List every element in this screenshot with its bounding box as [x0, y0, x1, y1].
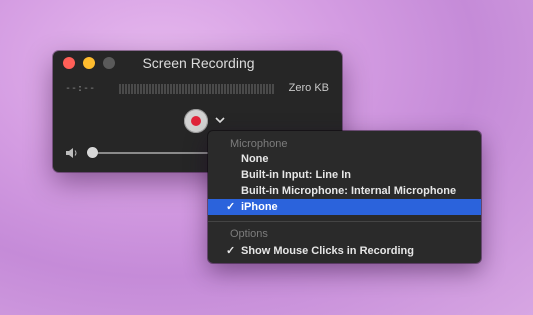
- options-section-header: Options: [230, 228, 268, 240]
- window-title: Screen Recording: [142, 55, 255, 71]
- microphone-section-header: Microphone: [230, 138, 288, 150]
- menu-separator: [208, 221, 481, 222]
- menu-item-internal-microphone[interactable]: Built-in Microphone: Internal Microphone: [208, 183, 481, 199]
- menu-item-none[interactable]: None: [208, 151, 481, 167]
- menu-item-label: None: [241, 153, 269, 165]
- audio-level-meter: [119, 84, 275, 94]
- record-dot-icon: [191, 116, 201, 126]
- file-size: Zero KB: [288, 82, 329, 94]
- menu-item-show-mouse-clicks[interactable]: ✓ Show Mouse Clicks in Recording: [208, 243, 481, 259]
- elapsed-time: --:--: [65, 83, 96, 94]
- menu-item-label: Built-in Microphone: Internal Microphone: [241, 185, 457, 197]
- menu-item-label: Show Mouse Clicks in Recording: [241, 245, 414, 257]
- chevron-down-icon[interactable]: [214, 114, 226, 126]
- record-button[interactable]: [184, 109, 208, 133]
- title-bar[interactable]: Screen Recording: [53, 51, 342, 75]
- menu-item-iphone[interactable]: ✓ iPhone: [208, 199, 481, 215]
- volume-slider-knob[interactable]: [87, 147, 98, 158]
- recording-options-menu: Microphone None Built-in Input: Line In …: [208, 131, 481, 263]
- menu-item-line-in[interactable]: Built-in Input: Line In: [208, 167, 481, 183]
- menu-item-label: iPhone: [241, 201, 278, 213]
- speaker-icon: [66, 148, 77, 158]
- checkmark-icon: ✓: [226, 245, 236, 257]
- checkmark-icon: ✓: [226, 201, 236, 213]
- menu-item-label: Built-in Input: Line In: [241, 169, 351, 181]
